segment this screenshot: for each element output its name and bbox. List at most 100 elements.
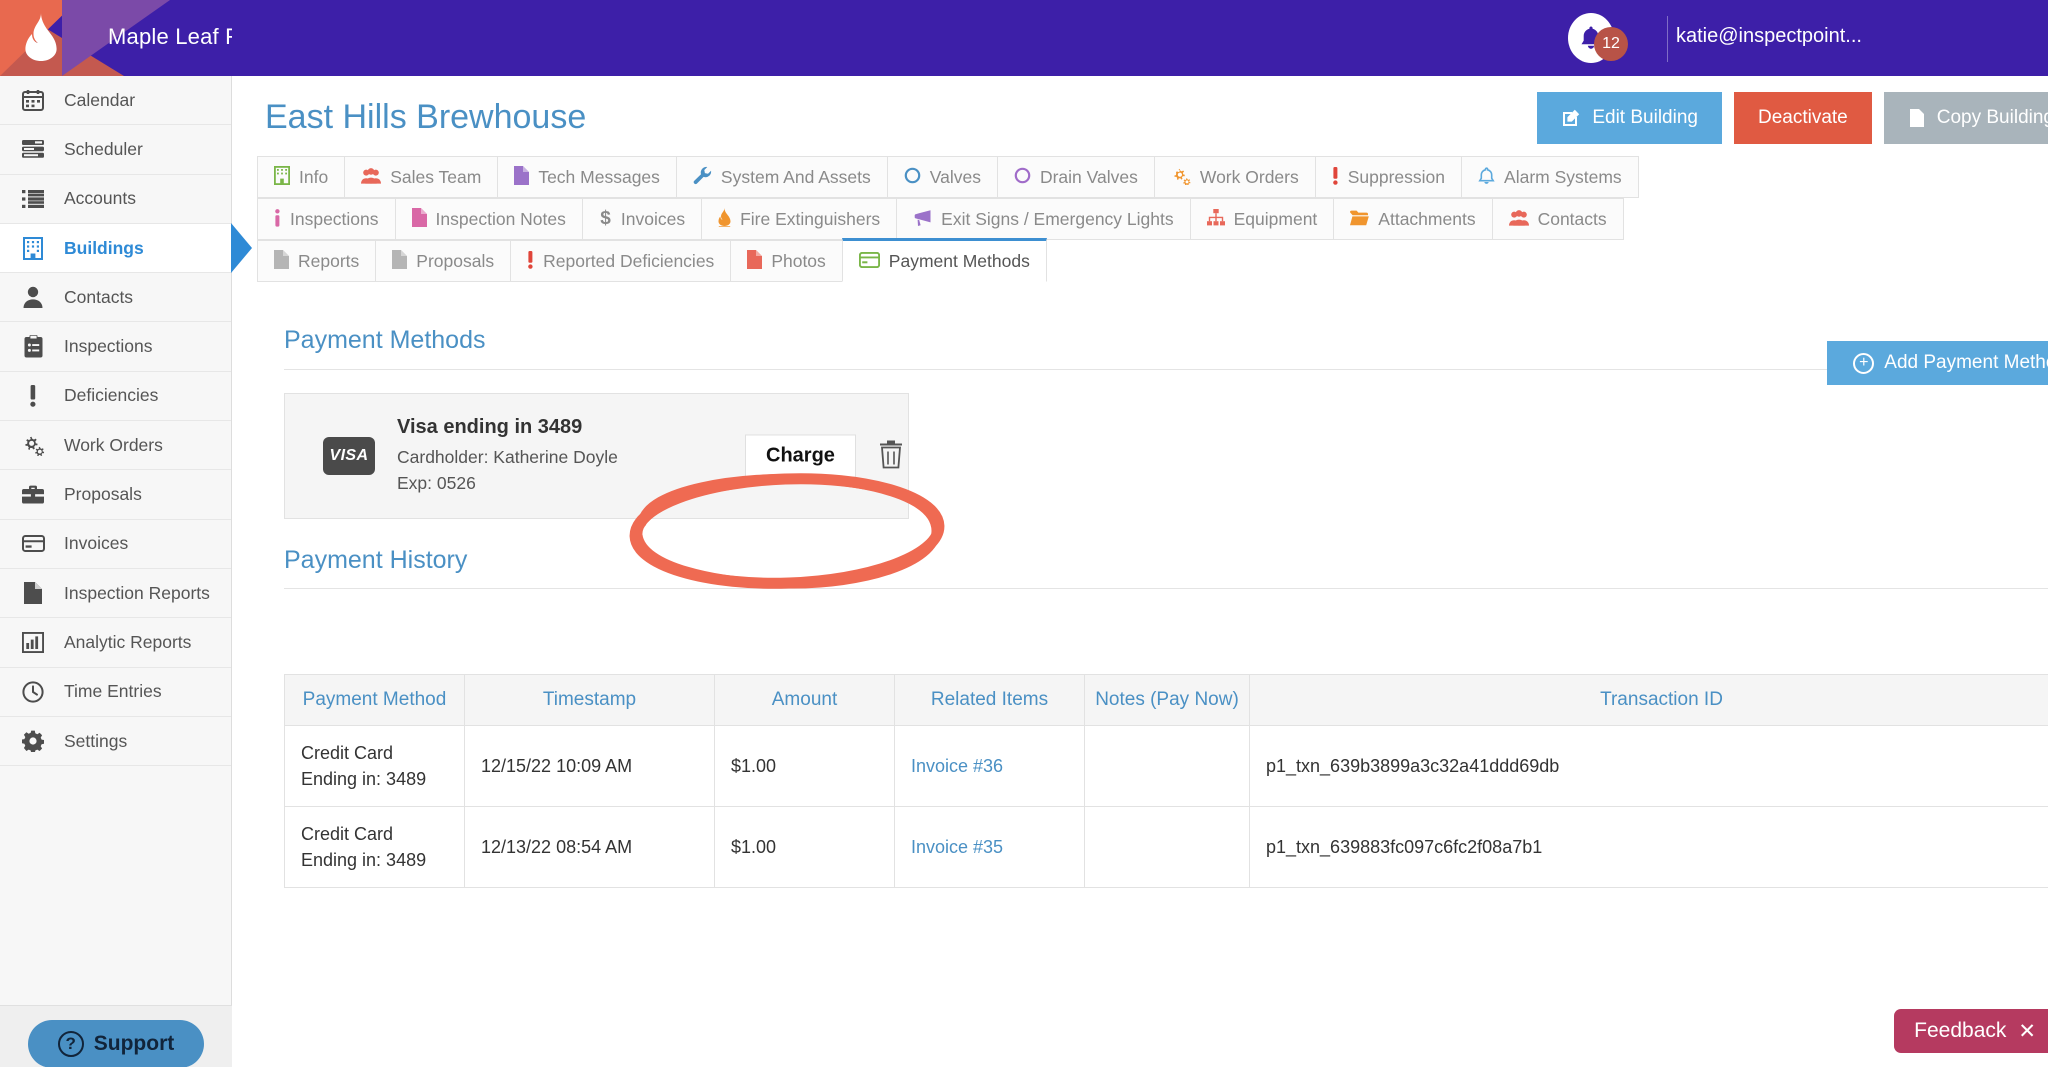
wrench-icon — [693, 166, 712, 188]
people-icon — [1508, 209, 1529, 229]
sidebar-item-label: Time Entries — [64, 681, 162, 702]
tab-fire-extinguishers[interactable]: Fire Extinguishers — [701, 198, 897, 240]
payment-methods-rule — [284, 369, 2048, 370]
tab-invoices[interactable]: $ Invoices — [581, 198, 702, 240]
scheduler-icon — [18, 140, 48, 159]
tab-payment-methods[interactable]: Payment Methods — [841, 238, 1047, 282]
tab-label: Reports — [298, 250, 360, 271]
info-icon — [274, 208, 281, 230]
invoice-link[interactable]: Invoice #36 — [911, 756, 1003, 776]
sidebar-item-inspections[interactable]: Inspections — [0, 322, 231, 372]
brand-title: Maple Leaf Fire Protection — [108, 24, 232, 49]
user-email-label[interactable]: katie@inspectpoint... — [1676, 25, 2048, 48]
tab-system-and-assets[interactable]: System And Assets — [675, 156, 887, 198]
sidebar-item-calendar[interactable]: Calendar — [0, 76, 231, 126]
tab-tech-messages[interactable]: Tech Messages — [497, 156, 676, 198]
sidebar-item-time-entries[interactable]: Time Entries — [0, 667, 231, 717]
sidebar-item-inspection-reports[interactable]: Inspection Reports — [0, 568, 231, 619]
main-content: East Hills Brewhouse Edit Building Deact… — [232, 76, 2048, 1067]
method-line-1: Credit Card — [301, 743, 394, 763]
sidebar-item-label: Deficiencies — [64, 385, 159, 406]
tab-work-orders[interactable]: Work Orders — [1153, 156, 1315, 198]
sidebar-item-contacts[interactable]: Contacts — [0, 273, 231, 323]
tab-row-2: Inspections Inspection Notes $ Invoices Fire… — [257, 198, 2048, 240]
cell-amount: $1.00 — [714, 806, 895, 889]
invoice-link[interactable]: Invoice #35 — [911, 837, 1003, 857]
cell-payment-method: Credit Card Ending in: 3489 — [284, 724, 465, 808]
sidebar-item-settings[interactable]: Settings — [0, 716, 231, 767]
sidebar-item-deficiencies[interactable]: Deficiencies — [0, 371, 231, 422]
card-title: Visa ending in 3489 — [397, 416, 583, 439]
sidebar-item-label: Accounts — [64, 188, 136, 209]
sidebar-item-proposals[interactable]: Proposals — [0, 470, 231, 520]
payment-method-actions: Charge — [745, 434, 904, 478]
tab-alarm-systems[interactable]: Alarm Systems — [1461, 156, 1639, 198]
payment-history-heading: Payment History — [284, 546, 468, 574]
tab-photos[interactable]: Photos — [730, 240, 842, 282]
charge-button[interactable]: Charge — [745, 434, 856, 478]
copy-building-button[interactable]: Copy Building — [1883, 92, 2048, 144]
tab-label: Sales Team — [390, 166, 482, 187]
tab-label: Proposals — [416, 250, 495, 271]
tab-equipment[interactable]: Equipment — [1189, 198, 1334, 240]
document-icon — [392, 250, 408, 272]
add-payment-method-button[interactable]: + Add Payment Method — [1827, 341, 2048, 385]
document-icon — [1909, 109, 1924, 127]
tab-inspection-notes[interactable]: Inspection Notes — [394, 198, 582, 240]
close-icon[interactable]: ✕ — [2018, 1019, 2036, 1044]
sidebar-item-work-orders[interactable]: Work Orders — [0, 421, 231, 471]
tab-row-3: Reports Proposals Reported Deficiencies Pho… — [257, 238, 2048, 282]
sidebar-item-label: Scheduler — [64, 138, 143, 159]
tab-inspections[interactable]: Inspections — [257, 198, 395, 240]
table-body: Credit Card Ending in: 3489 12/15/22 10:09… — [284, 724, 2048, 889]
column-header[interactable]: Transaction ID — [1249, 674, 2048, 726]
calendar-icon — [18, 89, 48, 112]
logo-block[interactable]: Maple Leaf Fire Protection — [0, 0, 232, 76]
tab-suppression[interactable]: Suppression — [1314, 156, 1462, 198]
feedback-label: Feedback — [1914, 1019, 2007, 1042]
sitemap-icon — [1206, 209, 1225, 229]
sidebar-item-invoices[interactable]: Invoices — [0, 519, 231, 569]
payment-methods-heading: Payment Methods — [284, 326, 486, 354]
column-header[interactable]: Payment Method — [284, 674, 465, 726]
flame-logo-icon — [25, 13, 57, 61]
tab-exit-signs-emergency-lights[interactable]: Exit Signs / Emergency Lights — [896, 198, 1190, 240]
deactivate-button[interactable]: Deactivate — [1733, 92, 1872, 144]
column-header[interactable]: Related Items — [894, 674, 1085, 726]
support-button[interactable]: ? Support — [28, 1020, 204, 1067]
cell-amount: $1.00 — [714, 724, 895, 808]
tab-label: Contacts — [1537, 208, 1607, 229]
notifications-button[interactable]: 12 — [1568, 13, 1628, 63]
tab-info[interactable]: Info — [257, 156, 345, 198]
tab-proposals[interactable]: Proposals — [375, 240, 511, 282]
tab-attachments[interactable]: Attachments — [1333, 198, 1492, 240]
cell-transaction-id: p1_txn_639b3899a3c32a41ddd69db — [1249, 724, 2048, 808]
page-title: East Hills Brewhouse — [265, 98, 587, 136]
edit-building-button[interactable]: Edit Building — [1537, 92, 1722, 144]
tab-contacts[interactable]: Contacts — [1491, 198, 1624, 240]
feedback-tab[interactable]: Feedback ✕ — [1894, 1009, 2048, 1053]
tab-label: Suppression — [1347, 166, 1446, 187]
plus-icon: + — [1853, 352, 1875, 374]
tab-reports[interactable]: Reports — [257, 240, 376, 282]
sidebar-item-scheduler[interactable]: Scheduler — [0, 125, 231, 175]
column-header[interactable]: Timestamp — [464, 674, 715, 726]
sidebar-item-accounts[interactable]: Accounts — [0, 174, 231, 224]
header-actions: Edit Building Deactivate Copy Building — [1537, 92, 2048, 144]
tab-drain-valves[interactable]: Drain Valves — [996, 156, 1154, 198]
tab-reported-deficiencies[interactable]: Reported Deficiencies — [510, 240, 731, 282]
column-header[interactable]: Amount — [714, 674, 895, 726]
credit-card-icon — [18, 535, 48, 553]
table-row: Credit Card Ending in: 3489 12/13/22 08:54… — [284, 806, 2048, 889]
column-header[interactable]: Notes (Pay Now) — [1084, 674, 1250, 726]
sidebar-item-buildings[interactable]: Buildings — [0, 223, 252, 274]
payment-history-rule — [284, 588, 2048, 589]
table-header-row: Payment Method Timestamp Amount Related Ite… — [284, 674, 2048, 726]
credit-card-icon — [858, 251, 880, 271]
tab-sales-team[interactable]: Sales Team — [344, 156, 498, 198]
support-label: Support — [93, 1032, 175, 1055]
delete-payment-method-button[interactable] — [878, 440, 904, 473]
svg-text:$: $ — [600, 208, 611, 227]
tab-valves[interactable]: Valves — [886, 156, 997, 198]
sidebar-item-analytic-reports[interactable]: Analytic Reports — [0, 618, 231, 668]
